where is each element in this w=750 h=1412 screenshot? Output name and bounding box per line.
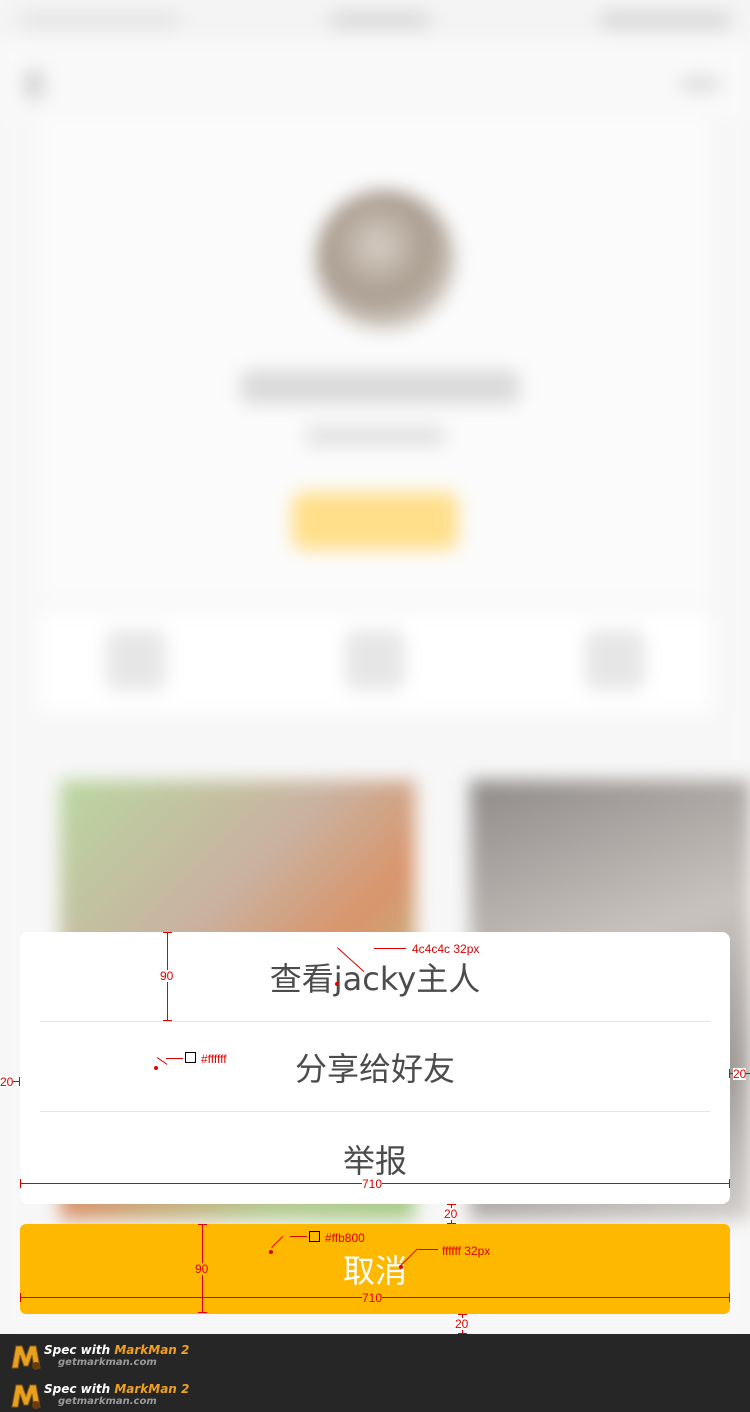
profile-name <box>240 370 520 404</box>
markman-title: Spec with MarkMan 2 <box>44 1343 190 1357</box>
markman-url: getmarkman.com <box>58 1357 157 1368</box>
spec-item-text: 4c4c4c 32px <box>412 942 480 956</box>
spec-sheet-bg: #ffffff <box>201 1052 227 1066</box>
navigation-bar <box>0 40 750 120</box>
spec-right-margin: 20 <box>733 1067 747 1081</box>
spec-item-height: 90 <box>160 969 174 983</box>
follow-button <box>292 492 458 550</box>
markman-logo-icon <box>11 1345 41 1370</box>
status-time <box>330 12 430 28</box>
share-to-friends-option[interactable]: 分享给好友 <box>20 1022 730 1112</box>
markman-footer: Spec with MarkMan 2 getmarkman.com Spec … <box>0 1334 750 1412</box>
view-owner-option[interactable]: 查看jacky主人 <box>20 932 730 1022</box>
spec-gap: 20 <box>444 1207 458 1221</box>
spec-cancel-width: 710 <box>362 1291 383 1305</box>
spec-cancel-bg: #ffb800 <box>325 1231 365 1245</box>
back-icon <box>24 70 44 100</box>
action-sheet: 查看jacky主人 分享给好友 举报 <box>20 932 730 1204</box>
avatar <box>315 190 455 330</box>
color-swatch <box>185 1052 196 1063</box>
more-icon <box>680 78 720 90</box>
stat-item <box>106 630 166 690</box>
markman-logo-icon <box>11 1384 41 1409</box>
spec-cancel-text: ffffff 32px <box>442 1244 491 1258</box>
spec-sheet-width: 710 <box>362 1177 383 1191</box>
markman-watermark: Spec with MarkMan 2 getmarkman.com <box>10 1375 310 1412</box>
divider <box>40 1111 710 1112</box>
stat-item <box>585 630 645 690</box>
status-carrier <box>20 14 180 26</box>
markman-url: getmarkman.com <box>58 1396 157 1407</box>
color-swatch <box>309 1231 320 1242</box>
stat-item <box>345 630 405 690</box>
markman-title: Spec with MarkMan 2 <box>44 1382 190 1396</box>
markman-watermark: Spec with MarkMan 2 getmarkman.com <box>10 1336 310 1374</box>
profile-subtitle <box>305 425 445 447</box>
status-battery <box>600 12 730 28</box>
spec-bottom-gap: 20 <box>455 1317 469 1331</box>
spec-cancel-height: 90 <box>195 1262 209 1276</box>
spec-left-margin: 20 <box>0 1075 14 1089</box>
